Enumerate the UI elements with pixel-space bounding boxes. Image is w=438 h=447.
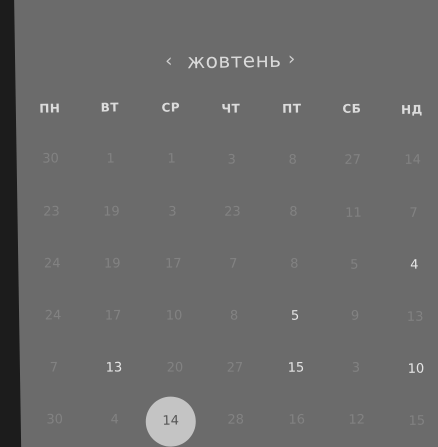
day-cell[interactable]: 28 bbox=[214, 412, 258, 428]
day-cell-active[interactable]: 10 bbox=[394, 361, 438, 377]
day-cell[interactable]: 8 bbox=[272, 256, 316, 272]
day-cell-active[interactable]: 13 bbox=[92, 360, 136, 376]
next-month-button[interactable]: › bbox=[288, 49, 296, 70]
day-cell[interactable]: 10 bbox=[152, 308, 196, 324]
day-cell[interactable]: 8 bbox=[271, 152, 315, 168]
weekday-tue: ВТ bbox=[100, 100, 120, 115]
day-cell[interactable]: 11 bbox=[331, 205, 375, 221]
day-cell[interactable]: 3 bbox=[150, 204, 194, 220]
calendar-screen: ‹ жовтень › ПН ВТ СР ЧТ ПТ СБ НД 30 1 1 … bbox=[0, 0, 438, 447]
day-cell[interactable]: 9 bbox=[333, 308, 377, 324]
day-cell[interactable]: 19 bbox=[90, 256, 134, 272]
day-cell[interactable]: 1 bbox=[89, 151, 133, 167]
day-cell[interactable]: 17 bbox=[91, 308, 135, 324]
day-cell-selected[interactable]: 14 bbox=[145, 396, 197, 447]
weekday-fri: ПТ bbox=[282, 101, 302, 116]
day-cell[interactable]: 5 bbox=[332, 257, 376, 273]
day-cell-active[interactable]: 5 bbox=[273, 308, 317, 324]
day-cell[interactable]: 27 bbox=[331, 152, 375, 168]
day-cell[interactable]: 14 bbox=[391, 152, 435, 168]
day-cell[interactable]: 24 bbox=[31, 308, 75, 324]
day-cell[interactable]: 8 bbox=[212, 308, 256, 324]
day-cell[interactable]: 1 bbox=[150, 151, 194, 167]
calendar-panel: ‹ жовтень › ПН ВТ СР ЧТ ПТ СБ НД 30 1 1 … bbox=[14, 0, 438, 447]
day-cell[interactable]: 7 bbox=[32, 360, 76, 376]
day-cell[interactable]: 4 bbox=[93, 412, 137, 428]
day-cell[interactable]: 16 bbox=[275, 412, 319, 428]
day-cell[interactable]: 23 bbox=[29, 204, 73, 220]
day-cell[interactable]: 19 bbox=[89, 204, 133, 220]
day-cell[interactable]: 3 bbox=[210, 152, 254, 168]
month-title: жовтень bbox=[186, 47, 282, 74]
day-cell[interactable]: 23 bbox=[210, 204, 254, 220]
day-cell[interactable]: 15 bbox=[395, 413, 438, 429]
weekday-mon: ПН bbox=[39, 101, 61, 116]
day-cell[interactable]: 7 bbox=[211, 256, 255, 272]
day-cell[interactable]: 3 bbox=[334, 360, 378, 376]
day-cell[interactable]: 24 bbox=[30, 256, 74, 272]
weekday-sat: СБ bbox=[342, 101, 362, 116]
day-cell[interactable]: 20 bbox=[153, 360, 197, 376]
weekday-thu: ЧТ bbox=[221, 101, 241, 116]
day-cell[interactable]: 7 bbox=[391, 205, 435, 221]
weekday-wed: СР bbox=[161, 100, 181, 115]
day-cell[interactable]: 30 bbox=[33, 412, 77, 428]
day-cell[interactable]: 30 bbox=[29, 151, 73, 167]
day-cell[interactable]: 8 bbox=[271, 204, 315, 220]
day-cell[interactable]: 12 bbox=[335, 412, 379, 428]
day-cell[interactable]: 17 bbox=[151, 256, 195, 272]
day-cell-active[interactable]: 4 bbox=[392, 257, 436, 273]
prev-month-button[interactable]: ‹ bbox=[165, 51, 173, 72]
day-cell[interactable]: 27 bbox=[213, 360, 257, 376]
weekday-sun: НД bbox=[400, 102, 423, 117]
day-cell-active[interactable]: 15 bbox=[274, 360, 318, 376]
day-cell[interactable]: 13 bbox=[393, 309, 437, 325]
month-header: ‹ жовтень › bbox=[15, 45, 438, 82]
